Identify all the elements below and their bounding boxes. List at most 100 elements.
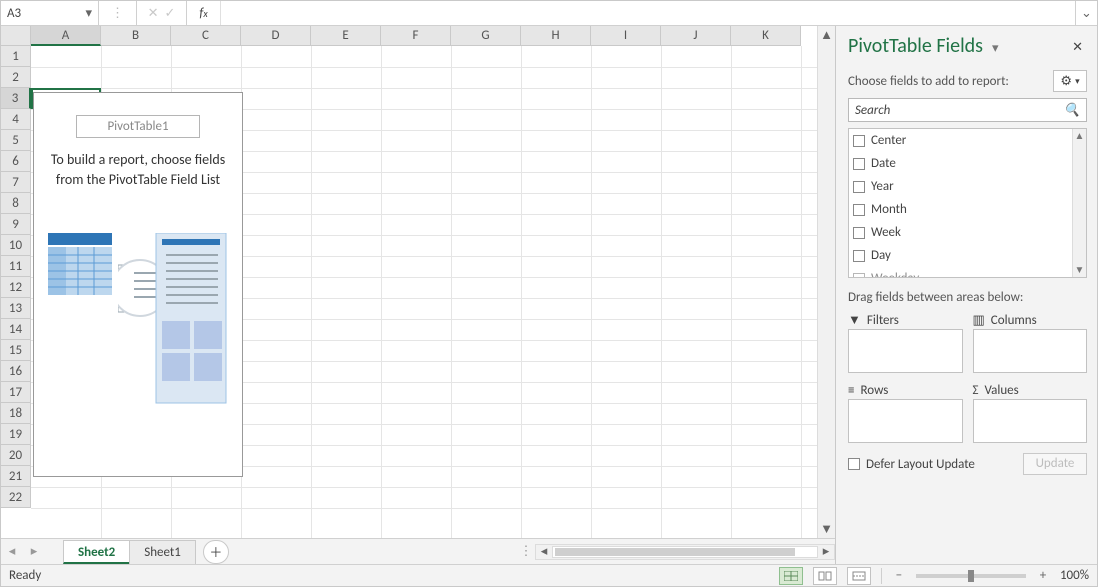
sheet-tab[interactable]: Sheet2	[63, 540, 130, 564]
checkbox-icon[interactable]	[853, 181, 865, 193]
col-header[interactable]: H	[521, 26, 591, 46]
row-header[interactable]: 13	[1, 298, 31, 319]
new-sheet-button[interactable]: ＋	[203, 540, 229, 564]
row-header[interactable]: 10	[1, 235, 31, 256]
pane-menu-chevron-icon[interactable]: ▾	[992, 41, 999, 56]
row-header[interactable]: 18	[1, 403, 31, 424]
row-header[interactable]: 6	[1, 151, 31, 172]
col-header[interactable]: E	[311, 26, 381, 46]
view-page-break-button[interactable]	[847, 567, 871, 585]
fx-icon[interactable]: fx	[187, 1, 221, 25]
row-header[interactable]: 1	[1, 46, 31, 67]
zoom-in-button[interactable]: +	[1036, 568, 1050, 583]
col-header[interactable]: C	[171, 26, 241, 46]
row-header[interactable]: 17	[1, 382, 31, 403]
values-area[interactable]: ΣValues	[973, 381, 1088, 443]
col-header[interactable]: D	[241, 26, 311, 46]
row-header[interactable]: 22	[1, 487, 31, 508]
filters-area[interactable]: ▼Filters	[848, 311, 963, 373]
sheet-tab[interactable]: Sheet1	[129, 540, 196, 564]
tab-nav-prev-icon[interactable]: ◂	[1, 540, 23, 564]
col-header[interactable]: B	[101, 26, 171, 46]
row-header[interactable]: 3	[1, 88, 31, 109]
field-list-scrollbar[interactable]: ▲ ▼	[1072, 129, 1086, 277]
view-page-layout-button[interactable]	[813, 567, 837, 585]
field-item[interactable]: Center	[849, 129, 1072, 152]
field-search-input[interactable]: Search 🔍	[848, 98, 1087, 122]
scroll-track[interactable]	[552, 546, 818, 558]
scroll-down-icon[interactable]: ▼	[1073, 263, 1086, 277]
row-header[interactable]: 4	[1, 109, 31, 130]
row-header[interactable]: 16	[1, 361, 31, 382]
checkbox-icon[interactable]	[853, 227, 865, 239]
col-header[interactable]: F	[381, 26, 451, 46]
update-button[interactable]: Update	[1023, 453, 1087, 475]
scroll-left-icon[interactable]: ◂	[536, 544, 552, 559]
col-header[interactable]: J	[661, 26, 731, 46]
cancel-icon[interactable]: ✕	[148, 6, 159, 21]
accept-icon[interactable]: ✓	[165, 6, 176, 21]
status-ready: Ready	[9, 568, 41, 583]
row-header[interactable]: 8	[1, 193, 31, 214]
checkbox-icon[interactable]	[853, 204, 865, 216]
defer-layout-checkbox[interactable]: Defer Layout Update	[848, 457, 975, 472]
field-item[interactable]: Day	[849, 244, 1072, 267]
row-header[interactable]: 11	[1, 256, 31, 277]
close-pane-button[interactable]: ✕	[1068, 35, 1087, 58]
tab-nav-next-icon[interactable]: ▸	[23, 540, 45, 564]
select-all-corner[interactable]	[1, 26, 31, 46]
grid-vertical-scrollbar[interactable]: ▲ ▼	[817, 26, 835, 538]
columns-area[interactable]: ▥Columns	[973, 311, 1088, 373]
values-dropzone[interactable]	[973, 399, 1088, 443]
filters-dropzone[interactable]	[848, 329, 963, 373]
row-header[interactable]: 20	[1, 445, 31, 466]
field-item[interactable]: Year	[849, 175, 1072, 198]
row-header[interactable]: 15	[1, 340, 31, 361]
name-box[interactable]: A3 ▾	[1, 1, 99, 25]
scroll-right-icon[interactable]: ▸	[818, 544, 834, 559]
rows-area[interactable]: ≡Rows	[848, 381, 963, 443]
chevron-down-icon[interactable]: ▾	[85, 6, 92, 21]
row-header[interactable]: 12	[1, 277, 31, 298]
pivottable-placeholder[interactable]: PivotTable1 To build a report, choose fi…	[33, 92, 243, 477]
formula-expand-icon[interactable]: ⌄	[1075, 1, 1097, 25]
col-header[interactable]: I	[591, 26, 661, 46]
field-item[interactable]: Week	[849, 221, 1072, 244]
formula-input[interactable]	[221, 1, 1075, 25]
scroll-up-icon[interactable]: ▲	[1073, 129, 1086, 143]
scroll-down-icon[interactable]: ▼	[818, 520, 835, 538]
columns-dropzone[interactable]	[973, 329, 1088, 373]
field-item[interactable]: Month	[849, 198, 1072, 221]
tab-split-grip-icon[interactable]: ⋮	[521, 544, 531, 560]
row-header[interactable]: 9	[1, 214, 31, 235]
zoom-out-button[interactable]: −	[892, 568, 906, 583]
row-header[interactable]: 14	[1, 319, 31, 340]
row-header[interactable]: 19	[1, 424, 31, 445]
col-header[interactable]: G	[451, 26, 521, 46]
checkbox-icon[interactable]	[848, 458, 860, 470]
col-header[interactable]: A	[31, 26, 101, 46]
col-header[interactable]: K	[731, 26, 801, 46]
scroll-thumb[interactable]	[555, 548, 795, 556]
scroll-thumb[interactable]	[820, 44, 833, 74]
scroll-up-icon[interactable]: ▲	[818, 26, 835, 44]
zoom-knob[interactable]	[968, 570, 974, 582]
rows-dropzone[interactable]	[848, 399, 963, 443]
row-header[interactable]: 5	[1, 130, 31, 151]
pane-tools-button[interactable]: ⚙ ▾	[1053, 70, 1087, 92]
zoom-slider[interactable]	[916, 574, 1026, 578]
field-item[interactable]: Date	[849, 152, 1072, 175]
row-header[interactable]: 7	[1, 172, 31, 193]
view-normal-button[interactable]	[779, 567, 803, 585]
checkbox-icon[interactable]	[853, 158, 865, 170]
checkbox-icon[interactable]	[853, 273, 865, 278]
field-item[interactable]: Weekday	[849, 267, 1072, 277]
checkbox-icon[interactable]	[853, 250, 865, 262]
grid-horizontal-scrollbar[interactable]: ◂ ▸	[535, 544, 835, 560]
zoom-level[interactable]: 100%	[1060, 568, 1089, 583]
checkbox-icon[interactable]	[853, 135, 865, 147]
namebox-handle[interactable]: ⋮	[99, 1, 137, 25]
row-header[interactable]: 21	[1, 466, 31, 487]
cells[interactable]: PivotTable1 To build a report, choose fi…	[31, 46, 817, 538]
row-header[interactable]: 2	[1, 67, 31, 88]
